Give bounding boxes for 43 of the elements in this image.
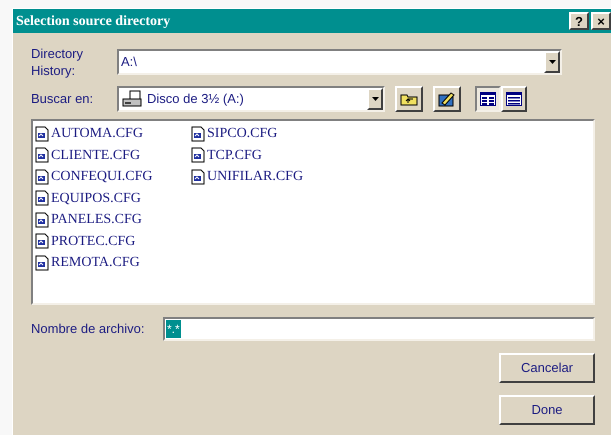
file-item[interactable]: AUTOMA.CFG [35, 123, 185, 144]
details-view-icon [506, 92, 522, 106]
file-item[interactable]: SIPCO.CFG [191, 123, 341, 144]
file-item[interactable]: CONFEQUI.CFG [35, 166, 185, 188]
pencil-icon [438, 91, 456, 107]
file-icon [191, 147, 205, 164]
file-icon [191, 126, 205, 142]
dropdown-button[interactable] [544, 51, 560, 73]
file-item[interactable]: UNIFILAR.CFG [191, 166, 341, 188]
file-name-field[interactable]: *.* [163, 317, 595, 341]
help-button[interactable]: ? [569, 12, 589, 30]
file-item[interactable]: REMOTA.CFG [35, 252, 185, 274]
file-item[interactable]: TCP.CFG [191, 144, 341, 166]
look-in-combo[interactable]: Disco de 3½ (A:) [117, 86, 385, 112]
up-folder-button[interactable] [395, 86, 423, 112]
file-icon [35, 190, 49, 206]
new-folder-button[interactable] [433, 86, 461, 112]
list-view-icon [480, 92, 496, 106]
file-icon [35, 233, 49, 250]
file-icon [35, 168, 49, 185]
file-name-label: Nombre de archivo: [31, 320, 146, 338]
dropdown-button[interactable] [367, 88, 383, 110]
view-mode-button[interactable] [475, 86, 501, 112]
directory-history-label: Directory History: [31, 45, 84, 79]
floppy-drive-icon [122, 90, 144, 108]
caret-icon [372, 97, 378, 101]
cancel-button[interactable]: Cancelar [499, 353, 595, 383]
file-item[interactable]: EQUIPOS.CFG [35, 188, 185, 209]
file-icon [35, 126, 49, 142]
close-button[interactable]: × [591, 12, 611, 30]
directory-history-combo[interactable]: A:\ [117, 49, 562, 75]
window-title: Selection source directory [16, 12, 172, 30]
file-item[interactable]: PROTEC.CFG [35, 230, 185, 252]
caret-icon [548, 60, 556, 64]
file-icon [191, 168, 205, 185]
file-icon [35, 147, 49, 164]
folder-up-icon [400, 92, 418, 106]
done-button[interactable]: Done [499, 395, 595, 425]
file-icon [35, 254, 49, 271]
file-icon [35, 212, 49, 228]
look-in-label: Buscar en: [31, 90, 94, 108]
file-item[interactable]: CLIENTE.CFG [35, 144, 185, 166]
file-item[interactable]: PANELES.CFG [35, 209, 185, 230]
